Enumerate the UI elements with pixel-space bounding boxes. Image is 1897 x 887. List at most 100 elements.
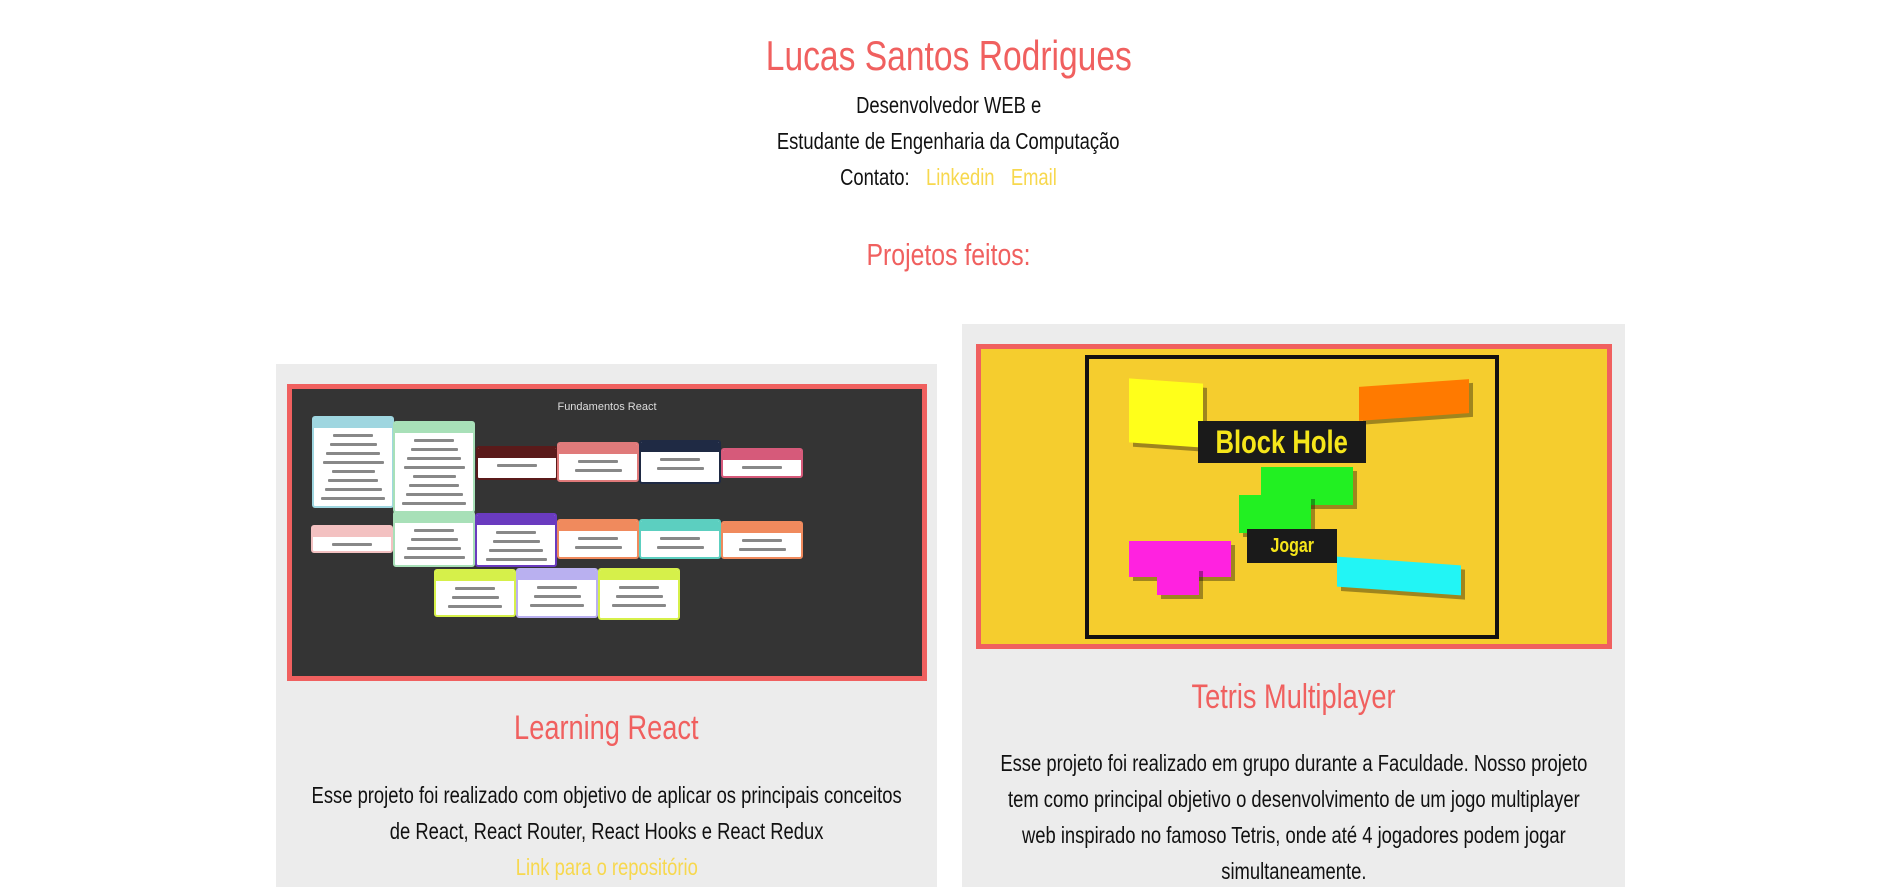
preview-text-line bbox=[619, 586, 659, 589]
preview-component-card bbox=[721, 448, 803, 478]
preview-text-line bbox=[656, 467, 704, 470]
preview-text-line bbox=[414, 439, 454, 442]
projects-heading: Projetos feitos: bbox=[866, 237, 1031, 272]
preview-text-line bbox=[328, 479, 378, 482]
preview-component-card bbox=[721, 521, 803, 559]
preview-text-line bbox=[410, 448, 458, 451]
preview-component-card bbox=[557, 442, 639, 482]
preview-component-card bbox=[516, 568, 598, 618]
preview-text-line bbox=[533, 595, 581, 598]
project-title: Learning React bbox=[514, 709, 699, 747]
profile-role-line2: Estudante de Engenharia da Computação bbox=[777, 128, 1120, 154]
preview-text-line bbox=[612, 604, 666, 607]
preview-card-header bbox=[723, 450, 801, 460]
play-button[interactable]: Jogar bbox=[1247, 529, 1337, 563]
preview-component-card bbox=[393, 421, 475, 513]
preview-text-line bbox=[485, 558, 547, 561]
preview-card-header bbox=[477, 515, 555, 525]
preview-component-card bbox=[434, 569, 516, 617]
preview-card-header bbox=[395, 423, 473, 433]
contact-label: Contato: bbox=[840, 164, 910, 190]
preview-component-card bbox=[639, 440, 721, 484]
preview-component-card bbox=[557, 519, 639, 559]
preview-text-line bbox=[537, 586, 577, 589]
preview-component-card bbox=[393, 511, 475, 567]
preview-text-line bbox=[324, 488, 382, 491]
preview-text-line bbox=[403, 556, 465, 559]
preview-text-line bbox=[660, 458, 700, 461]
preview-component-card bbox=[311, 525, 393, 553]
preview-text-line bbox=[656, 546, 704, 549]
preview-text-line bbox=[409, 484, 459, 487]
preview-text-line bbox=[496, 531, 536, 534]
preview-component-card bbox=[476, 446, 558, 480]
preview-card-header bbox=[395, 513, 473, 523]
preview-text-line bbox=[742, 466, 782, 469]
preview-text-line bbox=[403, 466, 465, 469]
project-description: Esse projeto foi realizado com objetivo … bbox=[311, 782, 902, 844]
preview-card-header bbox=[313, 527, 391, 537]
project-card-learning-react: Fundamentos React Learning React Esse pr… bbox=[276, 364, 937, 887]
preview-text-line bbox=[402, 502, 466, 505]
preview-text-line bbox=[412, 475, 456, 478]
preview-text-line bbox=[321, 497, 385, 500]
preview-text-line bbox=[574, 469, 622, 472]
preview-card-header bbox=[641, 521, 719, 531]
preview-text-line bbox=[738, 548, 786, 551]
yellow-tetromino bbox=[1129, 378, 1203, 448]
preview-card-header bbox=[436, 571, 514, 581]
preview-card-header bbox=[314, 418, 392, 428]
preview-text-line bbox=[333, 434, 373, 437]
project-title: Tetris Multiplayer bbox=[1191, 678, 1396, 716]
preview-text-line bbox=[578, 537, 618, 540]
email-link[interactable]: Email bbox=[1011, 164, 1057, 190]
linkedin-link[interactable]: Linkedin bbox=[926, 164, 995, 190]
preview-text-line bbox=[326, 452, 380, 455]
preview-text-line bbox=[489, 549, 543, 552]
preview-card-header bbox=[559, 521, 637, 531]
preview-text-line bbox=[332, 543, 372, 546]
preview-text-line bbox=[497, 464, 537, 467]
preview-text-line bbox=[405, 493, 463, 496]
project-description: Esse projeto foi realizado em grupo dura… bbox=[999, 750, 1588, 884]
profile-role-line1: Desenvolvedor WEB e bbox=[855, 92, 1042, 118]
learning-react-preview-image[interactable]: Fundamentos React bbox=[287, 384, 927, 681]
contact-row: Contato: Linkedin Email bbox=[0, 162, 1897, 192]
preview-text-line bbox=[455, 587, 495, 590]
preview-text-line bbox=[448, 605, 502, 608]
preview-text-line bbox=[407, 547, 461, 550]
preview-component-card bbox=[312, 416, 394, 508]
preview-text-line bbox=[322, 461, 384, 464]
preview-text-line bbox=[407, 457, 461, 460]
project-card-tetris: Block Hole Jogar Tetris Multiplayer Esse… bbox=[962, 324, 1625, 887]
preview-heading: Fundamentos React bbox=[557, 401, 657, 413]
preview-text-line bbox=[578, 460, 618, 463]
repo-link-row: Link para o repositório bbox=[306, 849, 907, 885]
preview-component-card bbox=[639, 519, 721, 559]
repo-link[interactable]: Link para o repositório bbox=[515, 849, 697, 885]
profile-name: Lucas Santos Rodrigues bbox=[765, 32, 1132, 79]
preview-card-header bbox=[478, 448, 556, 458]
preview-card-header bbox=[641, 442, 719, 452]
preview-card-header bbox=[723, 523, 801, 533]
preview-text-line bbox=[329, 443, 377, 446]
preview-text-line bbox=[492, 540, 540, 543]
preview-card-header bbox=[518, 570, 596, 580]
preview-text-line bbox=[574, 546, 622, 549]
preview-text-line bbox=[451, 596, 499, 599]
preview-text-line bbox=[615, 595, 663, 598]
preview-component-card bbox=[598, 568, 680, 620]
preview-text-line bbox=[410, 538, 458, 541]
preview-text-line bbox=[331, 470, 375, 473]
preview-text-line bbox=[530, 604, 584, 607]
preview-component-card bbox=[475, 513, 557, 567]
preview-card-header bbox=[600, 570, 678, 580]
magenta-tetromino-bottom bbox=[1157, 567, 1199, 595]
preview-text-line bbox=[742, 539, 782, 542]
preview-text-line bbox=[414, 529, 454, 532]
tetris-preview-image[interactable]: Block Hole Jogar bbox=[976, 344, 1612, 649]
preview-text-line bbox=[660, 537, 700, 540]
preview-card-header bbox=[559, 444, 637, 454]
green-tetromino-bottom bbox=[1239, 495, 1311, 533]
block-hole-logo: Block Hole bbox=[1198, 421, 1366, 463]
